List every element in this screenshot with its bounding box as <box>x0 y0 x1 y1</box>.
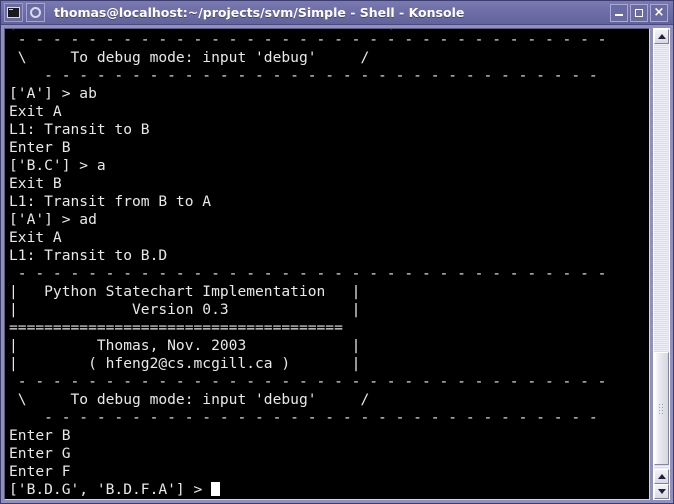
scrollbar-bottom-buttons <box>654 469 669 499</box>
vertical-scrollbar[interactable] <box>653 28 670 500</box>
window-titlebar[interactable]: thomas@localhost:~/projects/svm/Simple -… <box>1 1 673 25</box>
terminal-line: | Thomas, Nov. 2003 | <box>9 337 361 354</box>
scroll-up-button[interactable] <box>654 29 669 44</box>
terminal-line: - - - - - - - - - - - - - - - - - - - - … <box>9 67 598 84</box>
maximize-icon <box>635 8 643 17</box>
terminal-line: ['A'] > ad <box>9 211 97 228</box>
monitor-glyph <box>7 7 20 18</box>
scrollbar-track[interactable] <box>654 44 669 469</box>
window-title: thomas@localhost:~/projects/svm/Simple -… <box>54 5 465 20</box>
terminal-line: Exit A <box>9 103 62 120</box>
text-cursor <box>211 482 221 496</box>
terminal-line: Enter G <box>9 445 71 462</box>
minimize-button[interactable] <box>610 3 628 22</box>
scroll-down-arrow-icon <box>657 489 666 494</box>
terminal-line: - - - - - - - - - - - - - - - - - - - - … <box>9 409 598 426</box>
scrollbar-grip-icon <box>658 403 665 414</box>
terminal-frame: | ( hfeng2@cs.mcgill.ca ) | - - - - - - … <box>4 28 650 500</box>
scroll-down-button[interactable] <box>654 484 669 499</box>
terminal-line: Enter B <box>9 427 71 444</box>
terminal-line: Enter F <box>9 463 71 480</box>
terminal-line: L1: Transit to B.D <box>9 247 168 264</box>
maximize-button[interactable] <box>630 3 648 22</box>
close-icon: × <box>653 4 665 20</box>
terminal-line: \ To debug mode: input 'debug' / <box>9 391 370 408</box>
minimize-icon <box>615 14 623 16</box>
scroll-up-arrow-icon <box>657 34 666 39</box>
prompt-text: ['B.D.G', 'B.D.F.A'] > <box>9 481 212 498</box>
terminal-line: \ To debug mode: input 'debug' / <box>9 49 370 66</box>
terminal-line: Exit B <box>9 175 62 192</box>
circle-glyph <box>30 7 41 18</box>
close-button[interactable]: × <box>650 3 668 22</box>
terminal-line: - - - - - - - - - - - - - - - - - - - - … <box>9 265 607 282</box>
terminal-screen[interactable]: | ( hfeng2@cs.mcgill.ca ) | - - - - - - … <box>5 29 649 499</box>
terminal-line: | ( hfeng2@cs.mcgill.ca ) | <box>9 355 361 372</box>
konsole-window: thomas@localhost:~/projects/svm/Simple -… <box>0 0 674 504</box>
terminal-line: ['B.C'] > a <box>9 157 106 174</box>
scrollbar-thumb[interactable] <box>654 352 669 465</box>
terminal-line: | Version 0.3 | <box>9 301 361 318</box>
terminal-monitor-icon[interactable] <box>4 3 23 22</box>
window-body: | ( hfeng2@cs.mcgill.ca ) | - - - - - - … <box>1 25 673 503</box>
terminal-line: Enter B <box>9 139 71 156</box>
terminal-line: L1: Transit to B <box>9 121 150 138</box>
terminal-prompt-line[interactable]: ['B.D.G', 'B.D.F.A'] > <box>9 481 649 499</box>
circle-icon[interactable] <box>26 3 45 22</box>
terminal-line: | Python Statechart Implementation | <box>9 283 361 300</box>
window-controls: × <box>610 3 670 22</box>
terminal-line: Exit A <box>9 229 62 246</box>
terminal-line: - - - - - - - - - - - - - - - - - - - - … <box>9 373 607 390</box>
terminal-line: ====================================== <box>9 319 343 336</box>
terminal-line: ['A'] > ab <box>9 85 97 102</box>
scroll-up-button-bottom[interactable] <box>654 469 669 484</box>
scroll-up-arrow-icon-bottom <box>657 474 666 479</box>
terminal-line: - - - - - - - - - - - - - - - - - - - - … <box>9 31 607 48</box>
terminal-line: L1: Transit from B to A <box>9 193 212 210</box>
